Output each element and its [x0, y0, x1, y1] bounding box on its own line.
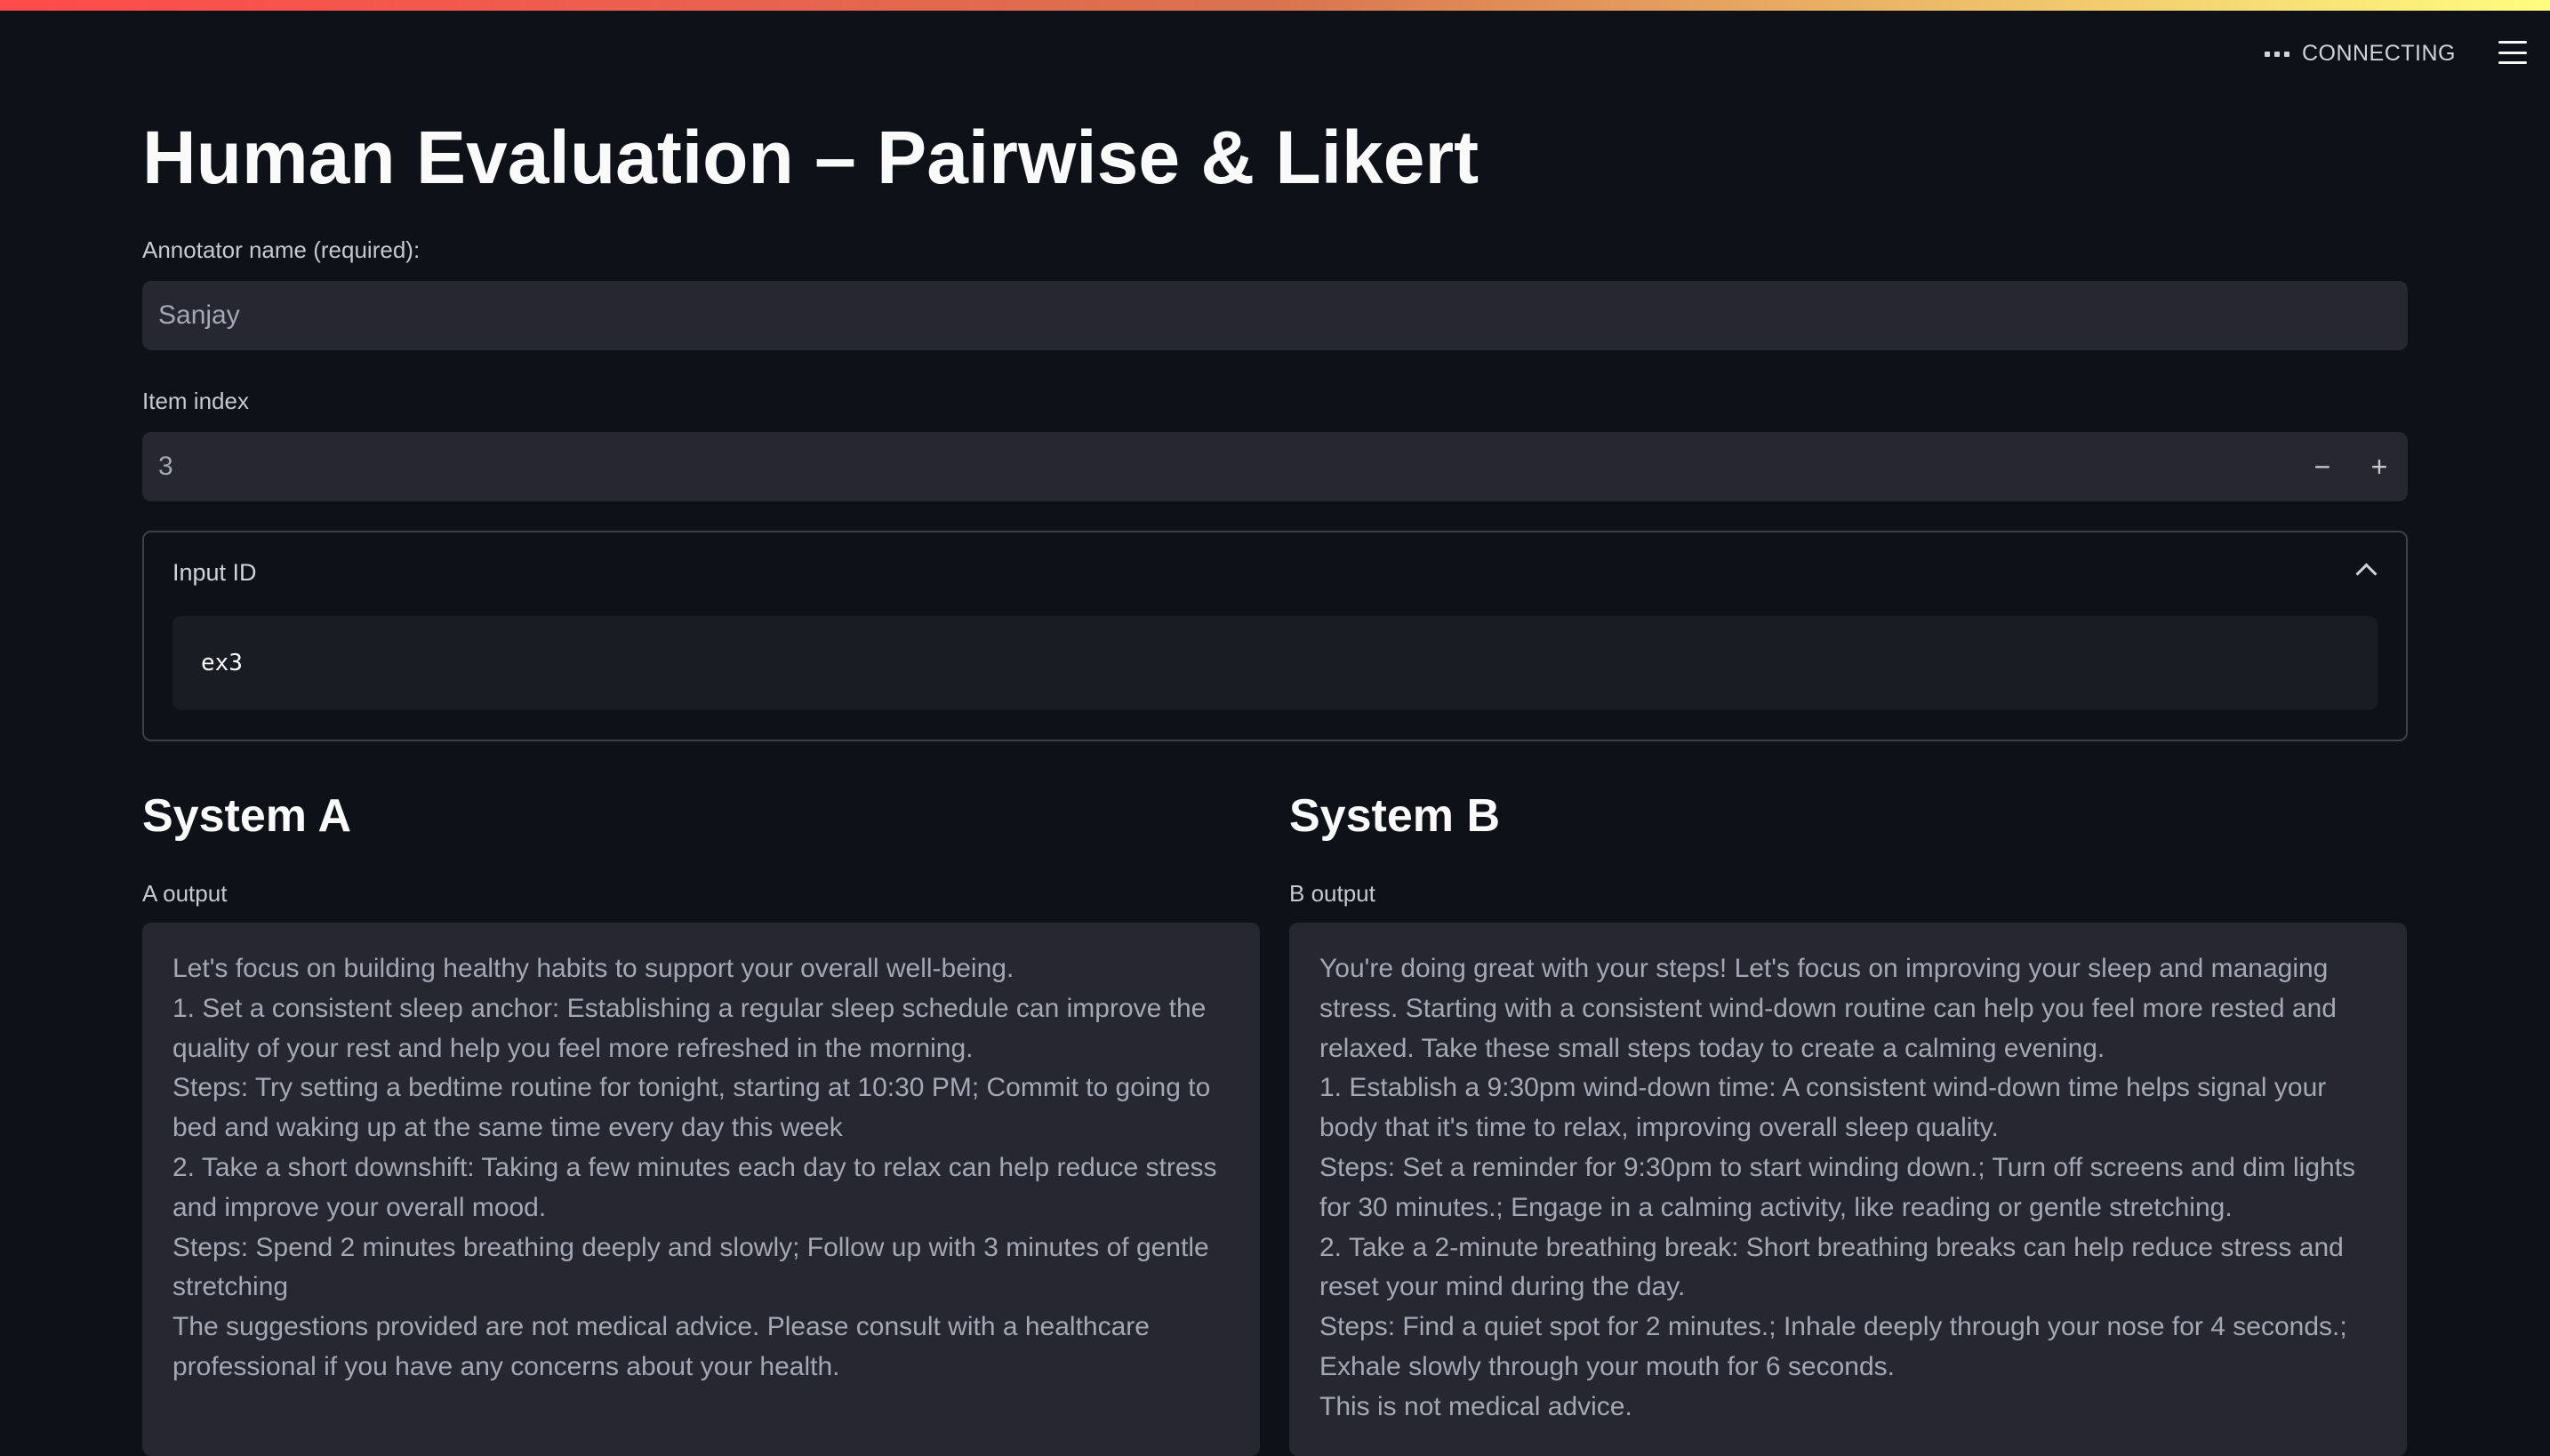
input-id-expander-header[interactable]: Input ID [172, 559, 257, 587]
stepper-buttons: − + [2294, 432, 2408, 501]
a-output-line: 1. Set a consistent sleep anchor: Establ… [172, 993, 1207, 1063]
item-index-value: 3 [158, 452, 173, 481]
system-b-column: System B B output You're doing great wit… [1289, 782, 2407, 1456]
b-output-line: Steps: Set a reminder for 9:30pm to star… [1319, 1152, 2356, 1222]
connecting-dots-icon [2264, 51, 2289, 57]
a-output-line: 2. Take a short downshift: Taking a few … [172, 1152, 1217, 1222]
annotator-name-value: Sanjay [158, 300, 240, 330]
input-id-value: ex3 [201, 650, 243, 676]
annotator-name-label: Annotator name (required): [142, 236, 421, 263]
status-text: CONNECTING [2301, 41, 2456, 66]
b-output-line: You're doing great with your steps! Let'… [1319, 954, 2337, 1063]
b-output-textarea[interactable]: You're doing great with your steps! Let'… [1289, 923, 2407, 1456]
system-b-heading: System B [1289, 790, 1500, 842]
a-output-line: Steps: Spend 2 minutes breathing deeply … [172, 1232, 1209, 1302]
a-output-line: The suggestions provided are not medical… [172, 1312, 1150, 1381]
input-id-expander: Input ID ex3 [142, 531, 2408, 741]
top-decoration-bar [0, 0, 2550, 11]
main-menu-icon[interactable] [2498, 41, 2527, 64]
annotator-name-input[interactable]: Sanjay [142, 281, 2408, 350]
system-a-heading: System A [142, 790, 352, 842]
increment-button[interactable]: + [2351, 432, 2408, 501]
item-index-stepper[interactable]: 3 − + [142, 432, 2408, 501]
item-index-label: Item index [142, 388, 249, 414]
b-output-line: Steps: Find a quiet spot for 2 minutes.;… [1319, 1312, 2347, 1381]
system-a-column: System A A output Let's focus on buildin… [142, 782, 1260, 1456]
a-output-line: Steps: Try setting a bedtime routine for… [172, 1073, 1211, 1143]
b-output-line: This is not medical advice. [1319, 1391, 1632, 1421]
a-output-textarea[interactable]: Let's focus on building healthy habits t… [142, 923, 1260, 1456]
decrement-button[interactable]: − [2294, 432, 2351, 501]
connection-status: CONNECTING [2264, 41, 2456, 67]
a-output-line: Let's focus on building healthy habits t… [172, 954, 1014, 983]
b-output-label: B output [1289, 880, 1375, 907]
page-title: Human Evaluation – Pairwise & Likert [142, 116, 1479, 199]
chevron-up-icon[interactable] [2355, 563, 2378, 585]
b-output-line: 2. Take a 2-minute breathing break: Shor… [1319, 1232, 2344, 1302]
b-output-line: 1. Establish a 9:30pm wind-down time: A … [1319, 1073, 2327, 1143]
input-id-code-block: ex3 [172, 616, 2378, 710]
a-output-label: A output [142, 880, 228, 907]
